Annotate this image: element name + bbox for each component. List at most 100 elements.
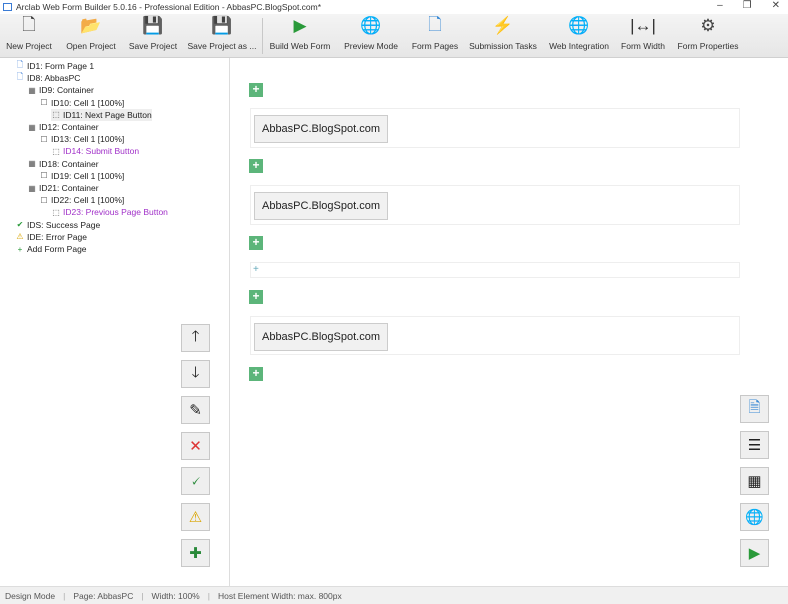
add-page-button[interactable]: ✚ xyxy=(181,539,210,567)
status-host-width: Host Element Width: max. 800px xyxy=(217,590,342,601)
tree-node-label: ID14: Submit Button xyxy=(63,146,140,157)
tree-node[interactable]: ⬚ ID11: Next Page Button xyxy=(51,108,152,121)
app-icon xyxy=(3,3,12,11)
tree-node[interactable]: ⚠ IDE: Error Page xyxy=(15,231,87,243)
add-element-button[interactable]: + xyxy=(249,290,263,304)
tree-node-label: ID13: Cell 1 [100%] xyxy=(51,134,125,145)
build-button[interactable]: ▶ xyxy=(740,539,769,567)
tree-node[interactable]: + Add Form Page xyxy=(15,243,87,255)
form-pages-button[interactable]: 🗋 Form Pages xyxy=(410,14,460,58)
preview-mode-label: Preview Mode xyxy=(344,41,398,51)
play-icon: ▶ xyxy=(748,545,761,562)
web-integration-button[interactable]: 🌐 Web Integration xyxy=(546,14,612,58)
submission-tasks-label: Submission Tasks xyxy=(469,41,537,51)
add-element-button[interactable]: + xyxy=(249,83,263,97)
tree-node-icon: ☐ xyxy=(40,98,48,108)
tree-node[interactable]: ▦ ID9: Container xyxy=(27,84,94,96)
tree-node-icon: 🗋 xyxy=(16,60,24,69)
container-row[interactable]: AbbasPC.BlogSpot.com xyxy=(250,108,740,148)
form-width-label: Form Width xyxy=(621,41,665,51)
tree-node-label: IDS: Success Page xyxy=(27,219,101,230)
tree-node[interactable]: ☐ ID13: Cell 1 [100%] xyxy=(39,133,124,145)
toolbar-separator xyxy=(262,18,263,54)
add-error-page-button[interactable]: ⚠ xyxy=(181,503,210,531)
tree-node-label: ID22: Cell 1 [100%] xyxy=(51,195,125,206)
tree-node-label: Add Form Page xyxy=(27,244,87,254)
form-button[interactable]: AbbasPC.BlogSpot.com xyxy=(254,115,388,143)
tree-node-icon: ▦ xyxy=(28,85,36,95)
add-success-page-button[interactable]: 🗸 xyxy=(181,467,210,495)
tree-node[interactable]: ☐ ID22: Cell 1 [100%] xyxy=(39,194,124,206)
tree-node[interactable]: ⬚ ID14: Submit Button xyxy=(51,145,139,157)
form-width-button[interactable]: |↔| Form Width xyxy=(618,14,668,58)
tree-node[interactable]: ✔ IDS: Success Page xyxy=(15,219,101,231)
status-page: Page: AbbasPC xyxy=(73,590,134,601)
globe-icon: 🌐 xyxy=(745,509,764,526)
form-button[interactable]: AbbasPC.BlogSpot.com xyxy=(254,323,388,351)
tree-node-icon: ☐ xyxy=(40,195,48,205)
form-properties-button[interactable]: ⚙ Form Properties xyxy=(675,14,741,58)
tree-node-label: ID10: Cell 1 [100%] xyxy=(51,97,125,108)
status-width: Width: 100% xyxy=(151,590,200,601)
tree-node[interactable]: ▦ ID21: Container xyxy=(27,182,99,194)
toolbar: 🗋 New Project 📂 Open Project 💾 Save Project 💾 S… xyxy=(0,14,788,58)
tree-node-label: ID23: Previous Page Button xyxy=(63,207,168,218)
tree-node[interactable]: ▦ ID12: Container xyxy=(27,121,98,133)
move-up-button[interactable]: 🡑 xyxy=(181,324,210,352)
tree-node-icon: ▦ xyxy=(28,122,36,132)
list-view-button[interactable]: ☰ xyxy=(740,431,769,459)
edit-button[interactable]: ✎ xyxy=(181,396,210,424)
close-button[interactable]: ✕ xyxy=(772,0,780,11)
page-check-icon: 🗸 xyxy=(190,472,201,490)
minimize-button[interactable]: – xyxy=(717,0,723,11)
move-down-button[interactable]: 🡓 xyxy=(181,360,210,388)
form-properties-label: Form Properties xyxy=(677,41,739,51)
container-row[interactable]: AbbasPC.BlogSpot.com xyxy=(250,316,740,355)
form-button[interactable]: AbbasPC.BlogSpot.com xyxy=(254,192,388,220)
save-project-button[interactable]: 💾 Save Project xyxy=(127,14,179,58)
preview-mode-icon: 🌐 xyxy=(360,16,382,35)
tree-node[interactable]: ▦ ID18: Container xyxy=(27,158,99,170)
build-web-form-button[interactable]: ▶ Build Web Form xyxy=(268,14,332,58)
tree-node-label: ID18: Container xyxy=(39,158,99,169)
build-web-form-icon: ▶ xyxy=(293,16,307,35)
preview-mode-button[interactable]: 🌐 Preview Mode xyxy=(342,14,400,58)
web-integration-label: Web Integration xyxy=(549,41,609,51)
tree-node-label: ID19: Cell 1 [100%] xyxy=(51,170,125,181)
new-project-icon: 🗋 xyxy=(22,14,36,34)
tree-node[interactable]: 🗋 ID1: Form Page 1 xyxy=(15,60,94,72)
tree-node-label: ID9: Container xyxy=(39,85,94,96)
status-mode: Design Mode xyxy=(5,590,56,601)
add-element-button[interactable]: + xyxy=(249,159,263,173)
add-element-button[interactable]: + xyxy=(249,367,263,381)
tree-node[interactable]: ☐ ID19: Cell 1 [100%] xyxy=(39,170,124,182)
add-cell-icon[interactable]: + xyxy=(253,264,259,275)
new-project-label: New Project xyxy=(6,41,52,51)
web-integration-button[interactable]: 🌐 xyxy=(740,503,769,531)
tree-node-icon: ⬚ xyxy=(52,110,60,120)
submission-tasks-button[interactable]: ⚡ Submission Tasks xyxy=(468,14,538,58)
add-element-button[interactable]: + xyxy=(249,236,263,250)
tree-node[interactable]: ⬚ ID23: Previous Page Button xyxy=(51,206,168,218)
maximize-button[interactable]: ❐ xyxy=(743,0,752,11)
container-row[interactable]: AbbasPC.BlogSpot.com xyxy=(250,185,740,225)
new-project-button[interactable]: 🗋 New Project xyxy=(4,14,54,58)
grid-view-button[interactable]: ▦ xyxy=(740,467,769,495)
page-icon: 🗎 xyxy=(748,398,761,416)
delete-button[interactable]: ✕ xyxy=(181,432,210,460)
save-project-as-button[interactable]: 💾 Save Project as ... xyxy=(186,14,258,58)
build-web-form-label: Build Web Form xyxy=(269,41,331,51)
tree-node-icon: ⬚ xyxy=(52,146,60,156)
tree-node[interactable]: ☐ ID10: Cell 1 [100%] xyxy=(39,97,124,109)
tree-node-label: ID21: Container xyxy=(39,183,99,193)
tree-node-label: ID1: Form Page 1 xyxy=(27,61,95,71)
form-pages-button[interactable]: 🗎 xyxy=(740,395,769,423)
list-icon: ☰ xyxy=(747,437,762,454)
tree-node-icon: ✔ xyxy=(16,220,24,230)
container-row-empty[interactable]: + xyxy=(250,262,740,278)
tree-node-icon: + xyxy=(17,244,23,254)
save-project-label: Save Project xyxy=(128,41,178,51)
tree-node[interactable]: 🗋 ID8: AbbasPC xyxy=(15,72,81,84)
tree-node-icon: 🗋 xyxy=(16,72,24,82)
open-project-button[interactable]: 📂 Open Project xyxy=(64,14,118,58)
